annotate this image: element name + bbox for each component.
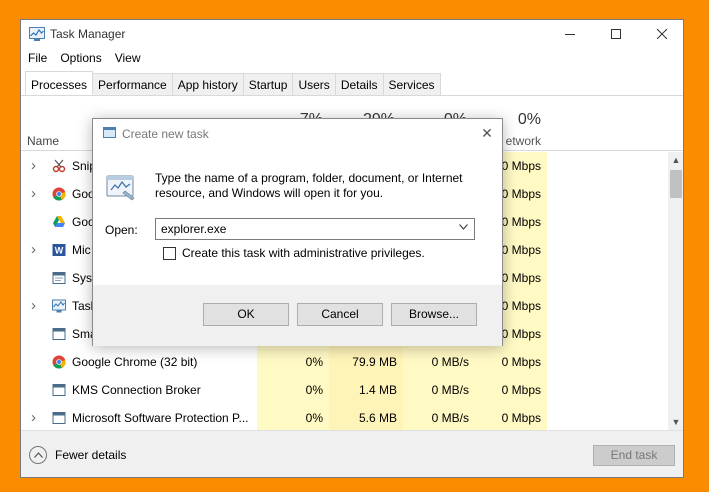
vertical-scrollbar[interactable]: ▲ ▼ — [668, 152, 683, 430]
open-input-value[interactable]: explorer.exe — [161, 222, 226, 236]
maximize-button[interactable] — [593, 20, 639, 48]
chevron-up-circle-icon — [29, 446, 47, 464]
chrome-icon — [52, 355, 66, 369]
column-name-header[interactable]: Name — [27, 134, 59, 148]
chevron-right-icon[interactable]: › — [31, 404, 36, 432]
admin-privileges-row[interactable]: Create this task with administrative pri… — [163, 246, 425, 260]
app-window-icon — [52, 327, 66, 341]
footer-bar: Fewer details End task — [21, 430, 683, 477]
title-bar: Task Manager — [21, 20, 683, 48]
process-cpu-value: 0% — [257, 376, 329, 404]
chevron-right-icon[interactable]: › — [31, 180, 36, 208]
minimize-icon — [565, 34, 575, 35]
close-icon — [657, 29, 667, 39]
process-mem-value: 79.9 MB — [329, 348, 403, 376]
fewer-details-link[interactable]: Fewer details — [29, 446, 126, 464]
google-drive-icon — [52, 215, 66, 229]
process-disk-value: 0 MB/s — [403, 404, 475, 432]
window-title: Task Manager — [50, 27, 126, 41]
dialog-description: Type the name of a program, folder, docu… — [155, 171, 463, 200]
open-combobox[interactable]: explorer.exe — [155, 218, 475, 240]
task-manager-icon — [29, 27, 45, 41]
menu-file[interactable]: File — [21, 49, 53, 69]
tab-app-history[interactable]: App history — [172, 73, 244, 96]
process-name: Microsoft Software Protection P... — [72, 411, 249, 425]
process-row[interactable]: Google Chrome (32 bit) 0% 79.9 MB 0 MB/s 0 M… — [21, 348, 667, 376]
process-mem-value: 5.6 MB — [329, 404, 403, 432]
process-row[interactable]: › Microsoft Software Protection P... 0% 5.6… — [21, 404, 667, 432]
task-manager-icon — [52, 299, 66, 313]
scroll-down-icon[interactable]: ▼ — [668, 414, 683, 430]
end-task-button[interactable]: End task — [593, 445, 675, 466]
close-button[interactable] — [639, 20, 683, 48]
cancel-button[interactable]: Cancel — [297, 303, 383, 326]
tab-services[interactable]: Services — [383, 73, 441, 96]
process-row[interactable]: KMS Connection Broker 0% 1.4 MB 0 MB/s 0 Mbp… — [21, 376, 667, 404]
process-name: KMS Connection Broker — [72, 383, 201, 397]
snipping-tool-icon — [52, 159, 66, 173]
open-label: Open: — [105, 223, 138, 237]
dialog-title-bar: Create new task ✕ — [93, 119, 502, 149]
system-icon — [52, 271, 66, 285]
dialog-button-area: OK Cancel Browse... — [93, 285, 502, 346]
chevron-right-icon[interactable]: › — [31, 152, 36, 180]
svg-text:W: W — [55, 246, 64, 256]
run-program-icon — [106, 175, 135, 201]
app-window-icon — [52, 411, 66, 425]
process-cpu-value: 0% — [257, 348, 329, 376]
chevron-right-icon[interactable]: › — [31, 236, 36, 264]
chrome-icon — [52, 187, 66, 201]
process-mem-value: 1.4 MB — [329, 376, 403, 404]
run-dialog-icon — [103, 127, 116, 138]
tab-startup[interactable]: Startup — [243, 73, 294, 96]
dialog-close-icon[interactable]: ✕ — [477, 125, 497, 145]
process-disk-value: 0 MB/s — [403, 376, 475, 404]
admin-privileges-label[interactable]: Create this task with administrative pri… — [182, 246, 425, 260]
tab-strip: Processes Performance App history Startu… — [25, 71, 441, 96]
chevron-right-icon[interactable]: › — [31, 292, 36, 320]
ok-button[interactable]: OK — [203, 303, 289, 326]
process-net-value: 0 Mbps — [475, 376, 547, 404]
scrollbar-thumb[interactable] — [670, 170, 682, 198]
create-new-task-dialog: Create new task ✕ Type the name of a pro… — [92, 118, 503, 346]
menu-options[interactable]: Options — [53, 49, 107, 69]
menu-bar: File Options View — [21, 49, 147, 69]
fewer-details-label: Fewer details — [55, 448, 127, 462]
maximize-icon — [611, 29, 621, 39]
admin-privileges-checkbox[interactable] — [163, 246, 176, 260]
tab-processes[interactable]: Processes — [25, 71, 94, 95]
process-net-value: 0 Mbps — [475, 348, 547, 376]
process-cpu-value: 0% — [257, 404, 329, 432]
scroll-up-icon[interactable]: ▲ — [668, 152, 683, 168]
process-disk-value: 0 MB/s — [403, 348, 475, 376]
app-window-icon — [52, 383, 66, 397]
tab-details[interactable]: Details — [335, 73, 384, 96]
menu-view[interactable]: View — [108, 49, 147, 69]
dialog-title: Create new task — [122, 127, 209, 141]
tab-users[interactable]: Users — [293, 73, 336, 96]
tab-performance[interactable]: Performance — [93, 73, 173, 96]
process-name: Google Chrome (32 bit) — [72, 355, 198, 369]
chevron-down-icon[interactable] — [459, 222, 468, 232]
browse-button[interactable]: Browse... — [391, 303, 477, 326]
process-net-value: 0 Mbps — [475, 404, 547, 432]
word-icon: W — [52, 243, 66, 257]
minimize-button[interactable] — [547, 20, 593, 48]
